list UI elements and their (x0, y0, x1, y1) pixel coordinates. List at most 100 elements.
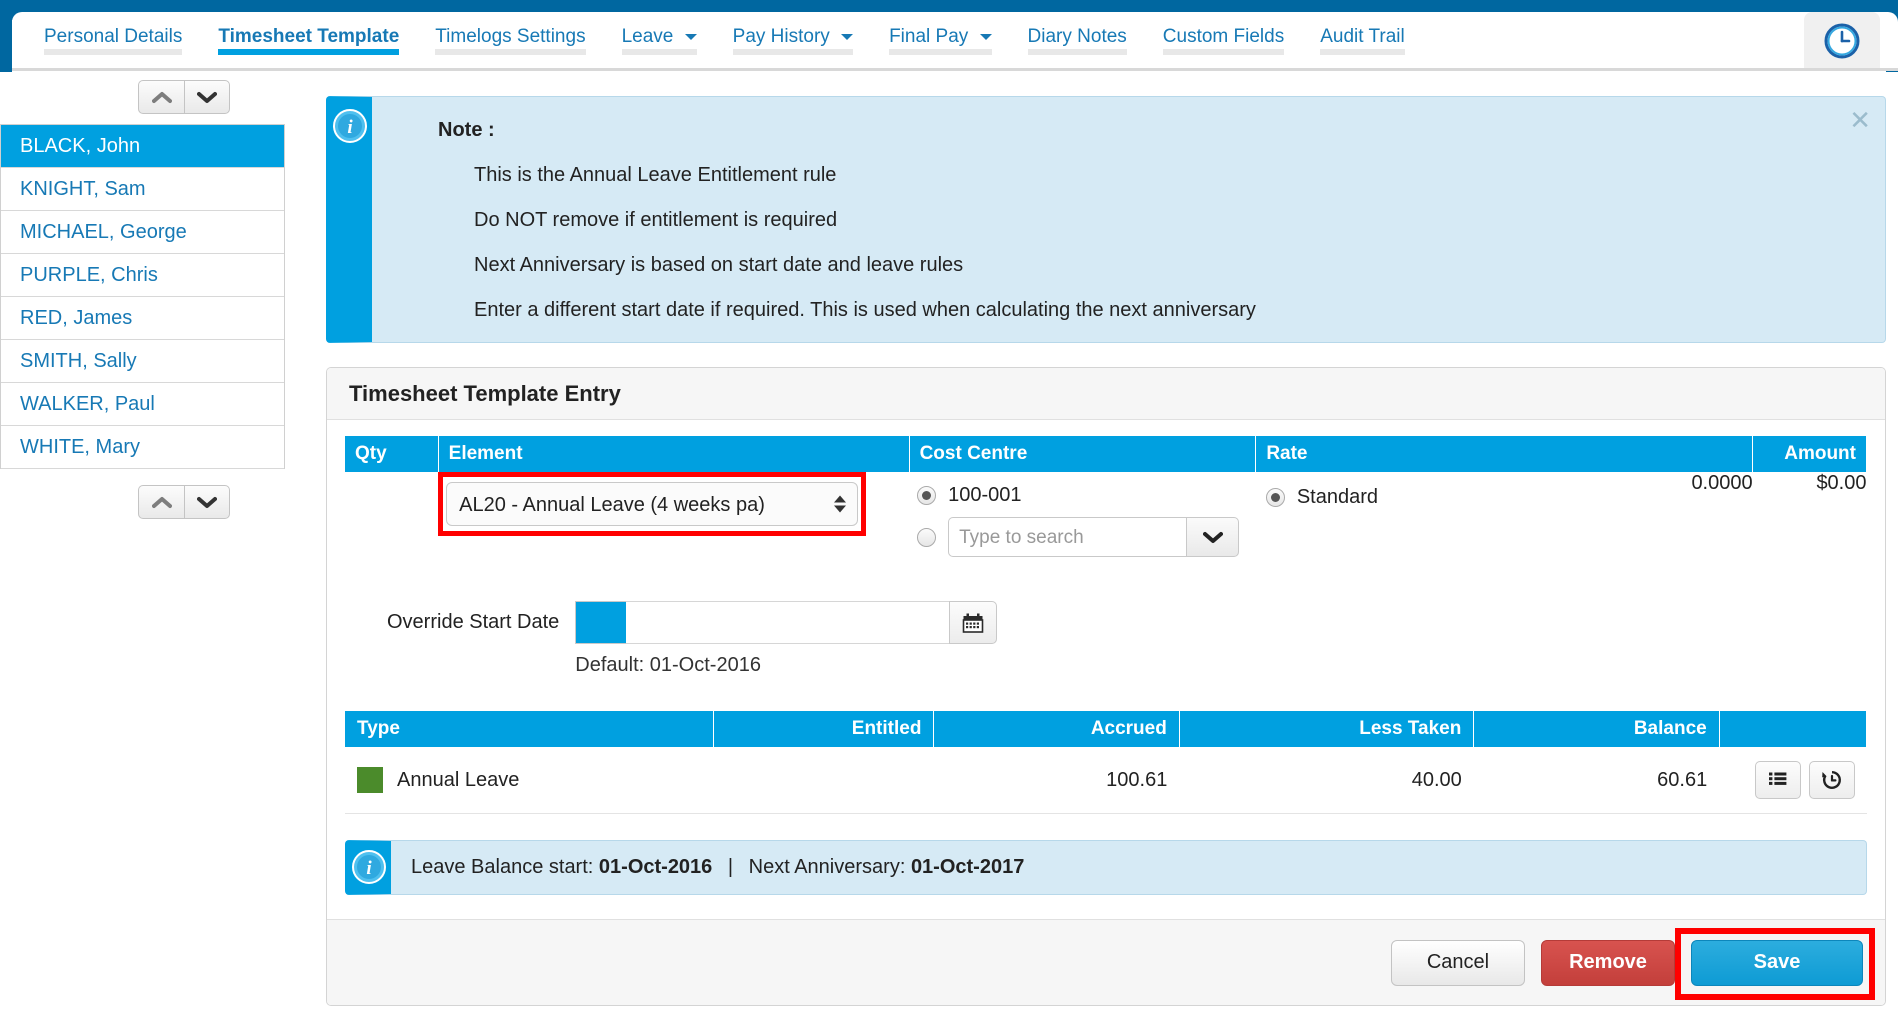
override-default-text: Default: 01-Oct-2016 (575, 654, 761, 676)
tab-underline (1162, 49, 1285, 55)
tab-final-pay[interactable]: Final Pay (879, 12, 1001, 55)
employee-list-item[interactable]: PURPLE, Chris (1, 254, 284, 297)
cost-centre-fixed-radio[interactable] (917, 486, 937, 505)
element-select-value: AL20 - Annual Leave (4 weeks pa) (459, 494, 765, 516)
cost-centre-search-input[interactable]: Type to search (948, 517, 1187, 557)
cost-centre-fixed-row: 100-001 (917, 484, 1256, 507)
amount-value: $0.00 (1816, 472, 1867, 494)
leave-history-button[interactable] (1808, 761, 1855, 799)
date-field-indicator (575, 601, 627, 644)
next-anniversary-value: 01-Oct-2017 (910, 856, 1025, 878)
spinner-icon (834, 495, 847, 513)
employee-list-item[interactable]: KNIGHT, Sam (1, 168, 284, 211)
leave-type-cell: Annual Leave (345, 747, 714, 814)
tab-timelogs-settings[interactable]: Timelogs Settings (425, 12, 595, 55)
leave-balance-table: Type Entitled Accrued Less Taken Balance (345, 711, 1868, 814)
tab-diary-notes[interactable]: Diary Notes (1018, 12, 1137, 55)
prev-employee-button-bottom[interactable] (138, 485, 184, 519)
employee-list-item[interactable]: BLACK, John (1, 125, 284, 168)
panel-body: Qty Element Cost Centre Rate Amount AL20… (327, 420, 1885, 1005)
employee-sidebar: BLACK, John KNIGHT, Sam MICHAEL, George … (0, 78, 290, 521)
rate-option: Standard (1256, 472, 1567, 509)
next-employee-button-bottom[interactable] (184, 485, 230, 519)
element-select-wrap: AL20 - Annual Leave (4 weeks pa) (438, 472, 909, 536)
element-select[interactable]: AL20 - Annual Leave (4 weeks pa) (446, 482, 859, 526)
tab-label: Diary Notes (1027, 26, 1127, 47)
rate-standard-label: Standard (1296, 486, 1378, 508)
tab-underline (889, 49, 992, 55)
balance-value: 60.61 (1473, 747, 1720, 814)
less-taken-value: 40.00 (1179, 747, 1474, 814)
app-root: Personal Details Timesheet Template Time… (0, 0, 1898, 1016)
tab-label: Pay History (732, 26, 830, 47)
tab-label: Final Pay (889, 26, 969, 47)
tab-pay-history[interactable]: Pay History (723, 12, 863, 55)
note-line: Enter a different start date if required… (474, 299, 1256, 321)
save-button[interactable]: Save (1691, 939, 1863, 986)
rate-standard-radio[interactable] (1265, 488, 1285, 507)
note-line: Next Anniversary is based on start date … (474, 254, 964, 276)
leave-detail-list-button[interactable] (1754, 761, 1801, 799)
cost-centre-dropdown-button[interactable] (1186, 517, 1240, 557)
table-row: Annual Leave 100.61 40.00 60.61 (345, 747, 1867, 814)
cost-centre-search-radio[interactable] (917, 527, 937, 547)
prev-employee-button-top[interactable] (138, 80, 184, 114)
chevron-down-icon (979, 33, 992, 40)
employee-name: BLACK, John (20, 135, 141, 157)
employee-list-item[interactable]: RED, James (1, 297, 284, 340)
date-picker-button[interactable] (949, 601, 998, 644)
info-icon: i (352, 850, 386, 884)
cost-centre-options: 100-001 Type to search (909, 472, 1256, 557)
chevron-down-icon (841, 33, 854, 40)
panel-title: Timesheet Template Entry (327, 368, 1885, 420)
calendar-icon (962, 613, 984, 633)
tab-label: Timelogs Settings (435, 26, 586, 47)
clock-icon (1824, 23, 1860, 59)
entry-table-row: AL20 - Annual Leave (4 weeks pa) 100-001… (345, 472, 1867, 567)
remove-button[interactable]: Remove (1541, 939, 1675, 986)
override-start-date-field: Default: 01-Oct-2016 (575, 601, 998, 677)
employee-name: WHITE, Mary (20, 436, 140, 458)
column-header-accrued: Accrued (933, 711, 1180, 747)
info-separator: | (727, 856, 734, 878)
cancel-button[interactable]: Cancel (1391, 939, 1525, 986)
tab-custom-fields[interactable]: Custom Fields (1153, 12, 1294, 55)
column-header-cost-centre: Cost Centre (909, 436, 1257, 472)
tab-label: Custom Fields (1162, 26, 1285, 47)
next-anniversary-label: Next Anniversary: (748, 856, 906, 878)
employee-list-item[interactable]: MICHAEL, George (1, 211, 284, 254)
employee-name: KNIGHT, Sam (20, 178, 146, 200)
close-icon[interactable]: ✕ (1849, 107, 1871, 133)
column-header-entitled: Entitled (713, 711, 935, 747)
note-panel: i ✕ Note : This is the Annual Leave Enti… (326, 96, 1886, 343)
left-blue-stripe (0, 20, 12, 72)
rate-value: 0.0000 (1691, 472, 1753, 494)
employee-list-item[interactable]: SMITH, Sally (1, 340, 284, 383)
clock-button[interactable] (1804, 12, 1880, 70)
override-start-date-input[interactable] (626, 601, 950, 644)
row-actions-cell (1719, 747, 1867, 814)
info-icon: i (333, 109, 367, 143)
tab-audit-trail[interactable]: Audit Trail (1310, 12, 1414, 55)
employee-list-item[interactable]: WALKER, Paul (1, 383, 284, 426)
entry-table: Qty Element Cost Centre Rate Amount AL20… (345, 436, 1867, 567)
form-footer: Cancel Remove Save (327, 919, 1885, 1005)
employee-list-item[interactable]: WHITE, Mary (1, 426, 284, 469)
tab-timesheet-template[interactable]: Timesheet Template (208, 12, 409, 55)
tab-underline (1027, 49, 1127, 55)
svg-text:i: i (347, 117, 353, 138)
chevron-down-icon (197, 496, 217, 508)
column-header-element: Element (438, 436, 910, 472)
tab-personal-details[interactable]: Personal Details (34, 12, 192, 55)
svg-text:i: i (366, 858, 372, 879)
element-cell: AL20 - Annual Leave (4 weeks pa) (438, 472, 909, 567)
column-header-balance: Balance (1473, 711, 1720, 747)
entitled-value (713, 747, 934, 814)
nav-divider (12, 68, 1898, 71)
tab-underline (621, 49, 697, 55)
leave-balance-start-value: 01-Oct-2016 (598, 856, 713, 878)
next-employee-button-top[interactable] (184, 80, 230, 114)
chevron-down-icon (684, 33, 697, 40)
tab-leave[interactable]: Leave (612, 12, 707, 55)
tab-underline (732, 49, 854, 55)
